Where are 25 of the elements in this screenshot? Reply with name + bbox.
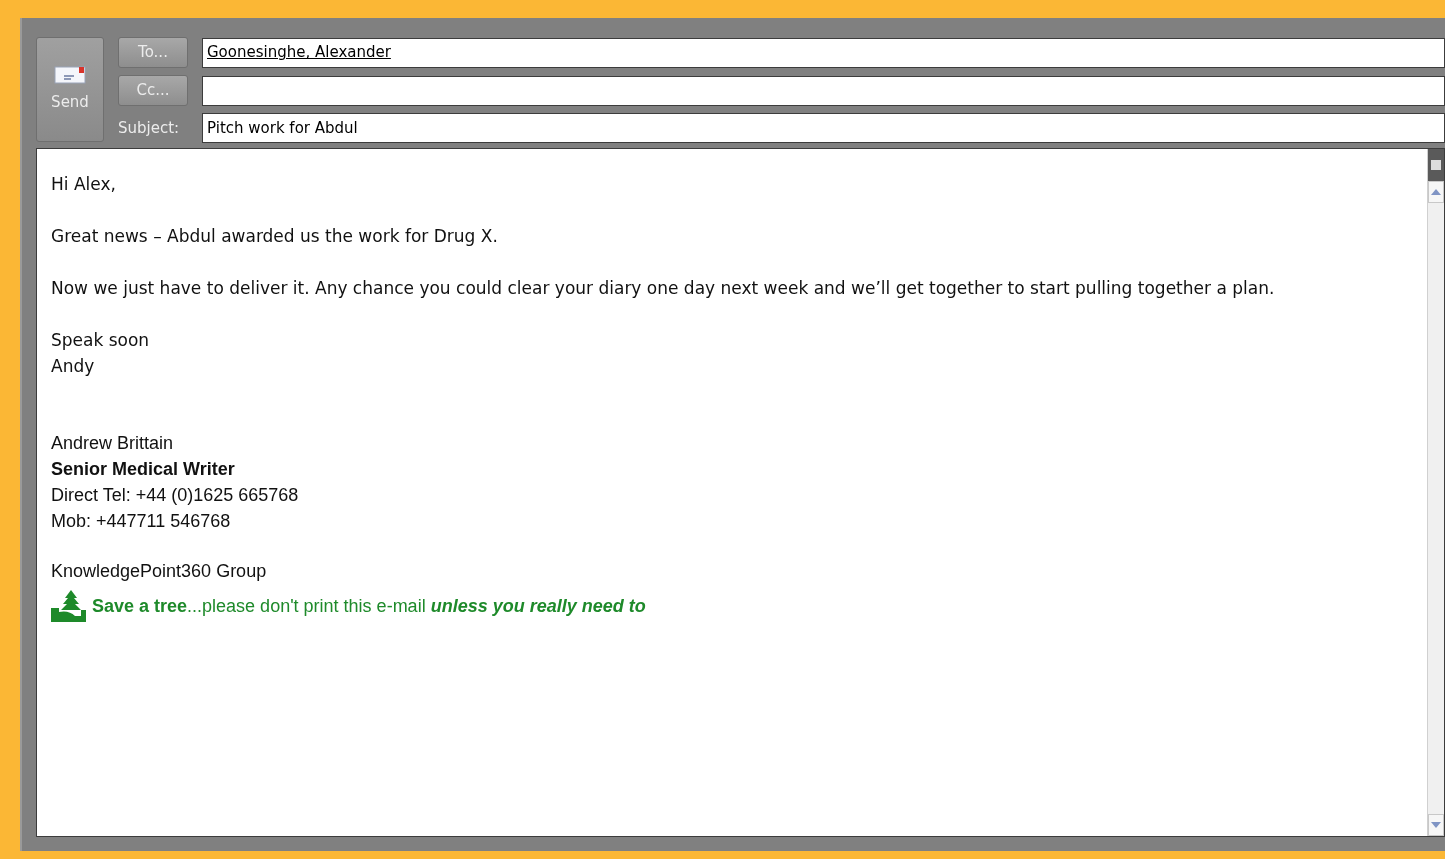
scrollbar[interactable] (1427, 149, 1444, 836)
body-text: Great news – Abdul awarded us the work for Drug X. (51, 225, 498, 248)
down-arrow-icon (1431, 822, 1441, 828)
envelope-icon (52, 65, 88, 86)
body-text: Now we just have to deliver it. Any chance you could clear your diary one day next week and we’ll get together to start pulling together a plan. (51, 277, 1275, 300)
footer-note: Save a tree...please don't print this e-mail unless you really need to (92, 595, 646, 618)
send-button[interactable]: Send (36, 37, 104, 142)
to-field[interactable]: Goonesinghe, Alexander (202, 37, 1445, 68)
tree-icon (51, 590, 86, 622)
signature-phone: Direct Tel: +44 (0)1625 665768 (51, 484, 299, 507)
subject-label: Subject: (118, 117, 181, 139)
signature-mobile: Mob: +447711 546768 (51, 510, 231, 533)
signature-title: Senior Medical Writer (51, 458, 235, 481)
body-text: Speak soon (51, 329, 150, 352)
to-button[interactable]: To... (118, 37, 188, 68)
body-text: Hi Alex, (51, 173, 116, 196)
cc-button[interactable]: Cc... (118, 75, 188, 106)
scroll-down-button[interactable] (1428, 814, 1444, 836)
subject-field[interactable]: Pitch work for Abdul (202, 113, 1445, 143)
scroll-up-button[interactable] (1428, 181, 1444, 203)
cc-field[interactable] (202, 75, 1445, 106)
up-arrow-icon (1431, 189, 1441, 195)
signature-name: Andrew Brittain (51, 432, 174, 455)
signature-company: KnowledgePoint360 Group (51, 560, 267, 583)
body-text: Andy (51, 355, 95, 378)
